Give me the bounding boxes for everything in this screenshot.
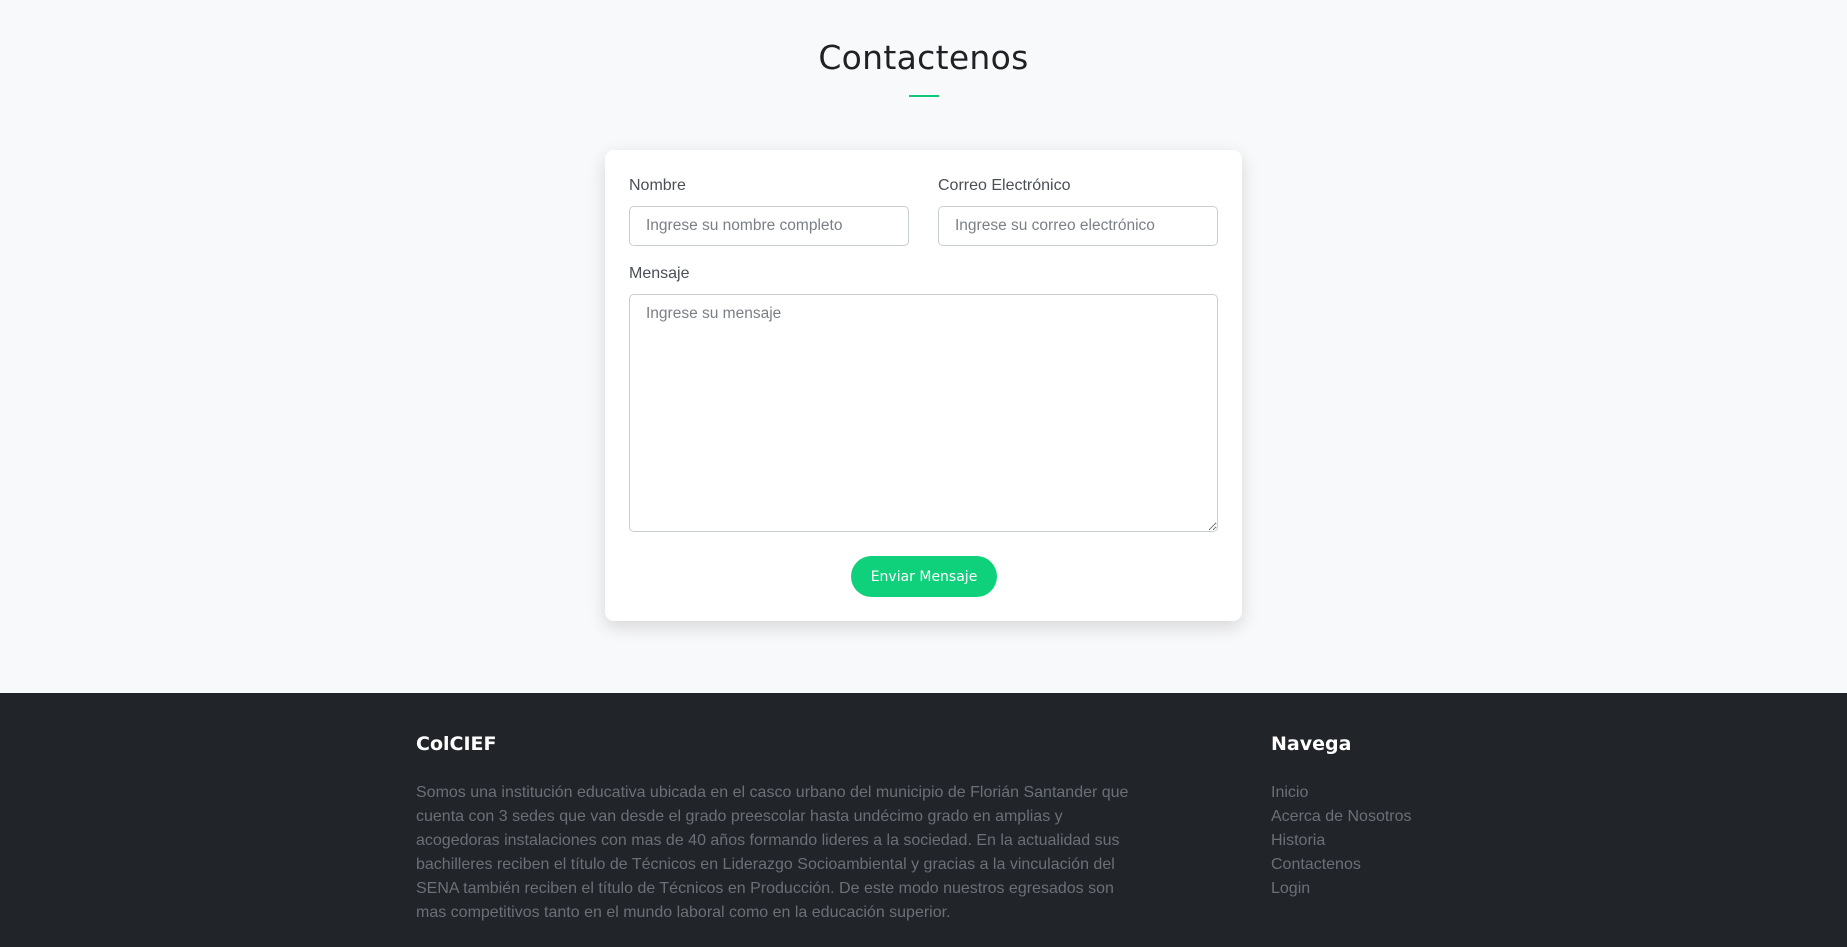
footer-about-text: Somos una institución educativa ubicada … (416, 784, 1129, 921)
contact-form: Nombre Correo Electrónico Mensaje Enviar… (605, 150, 1242, 621)
footer-link-historia[interactable]: Historia (1271, 829, 1412, 853)
message-label: Mensaje (629, 265, 690, 282)
name-input[interactable] (629, 206, 909, 246)
footer-link-acerca[interactable]: Acerca de Nosotros (1271, 805, 1412, 829)
email-input[interactable] (938, 206, 1218, 246)
footer-link-contactenos[interactable]: Contactenos (1271, 853, 1412, 877)
page-title: Contactenos (818, 38, 1029, 77)
footer-about-heading: ColCIEF (416, 733, 497, 755)
footer-link-inicio[interactable]: Inicio (1271, 781, 1412, 805)
footer-nav-list: Inicio Acerca de Nosotros Historia Conta… (1271, 781, 1412, 901)
title-underline (909, 95, 939, 97)
message-textarea[interactable] (629, 294, 1218, 532)
contact-section: Contactenos Nombre Correo Electrónico Me… (0, 0, 1847, 693)
footer-link-login[interactable]: Login (1271, 877, 1412, 901)
footer: ColCIEF Somos una institución educativa … (0, 693, 1847, 947)
send-message-button[interactable]: Enviar Mensaje (851, 556, 997, 597)
footer-nav-heading: Navega (1271, 733, 1352, 755)
name-label: Nombre (629, 177, 686, 194)
email-label: Correo Electrónico (938, 177, 1071, 194)
